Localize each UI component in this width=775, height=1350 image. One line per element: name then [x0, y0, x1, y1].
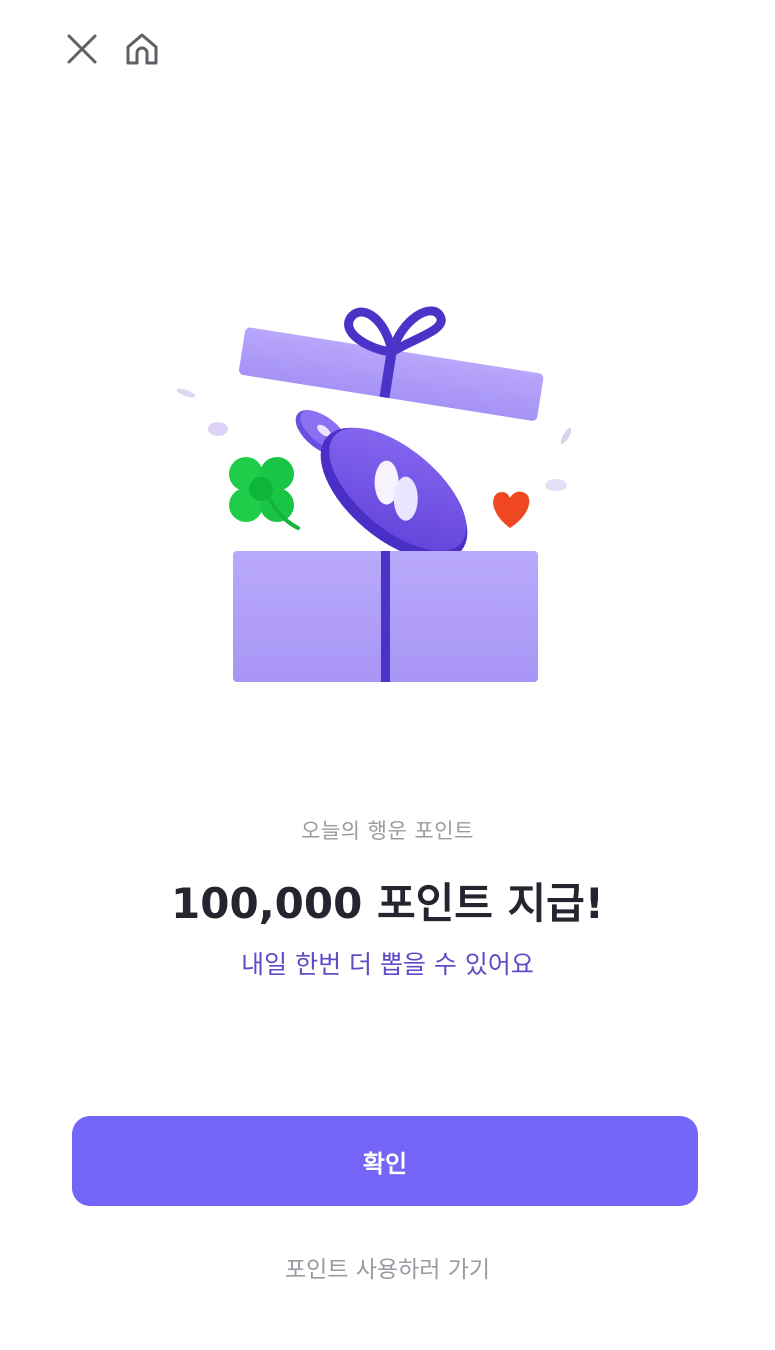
gift-box-illustration	[176, 306, 572, 682]
gift-ribbon	[381, 551, 390, 682]
heart-icon	[493, 491, 530, 528]
gift-bow	[344, 306, 446, 357]
lucky-points-subtitle: 오늘의 행운 포인트	[301, 819, 474, 843]
sparkle	[560, 428, 572, 444]
points-awarded-headline: 100,000 포인트 지급!	[171, 879, 604, 928]
sparkle	[208, 422, 228, 436]
use-points-link[interactable]: 포인트 사용하러 가기	[0, 1250, 775, 1284]
clover-icon	[229, 457, 300, 530]
confirm-button[interactable]: 확인	[72, 1116, 698, 1206]
draw-again-note: 내일 한번 더 뽑을 수 있어요	[241, 950, 534, 979]
sparkle	[176, 388, 196, 398]
sparkle	[545, 479, 567, 491]
